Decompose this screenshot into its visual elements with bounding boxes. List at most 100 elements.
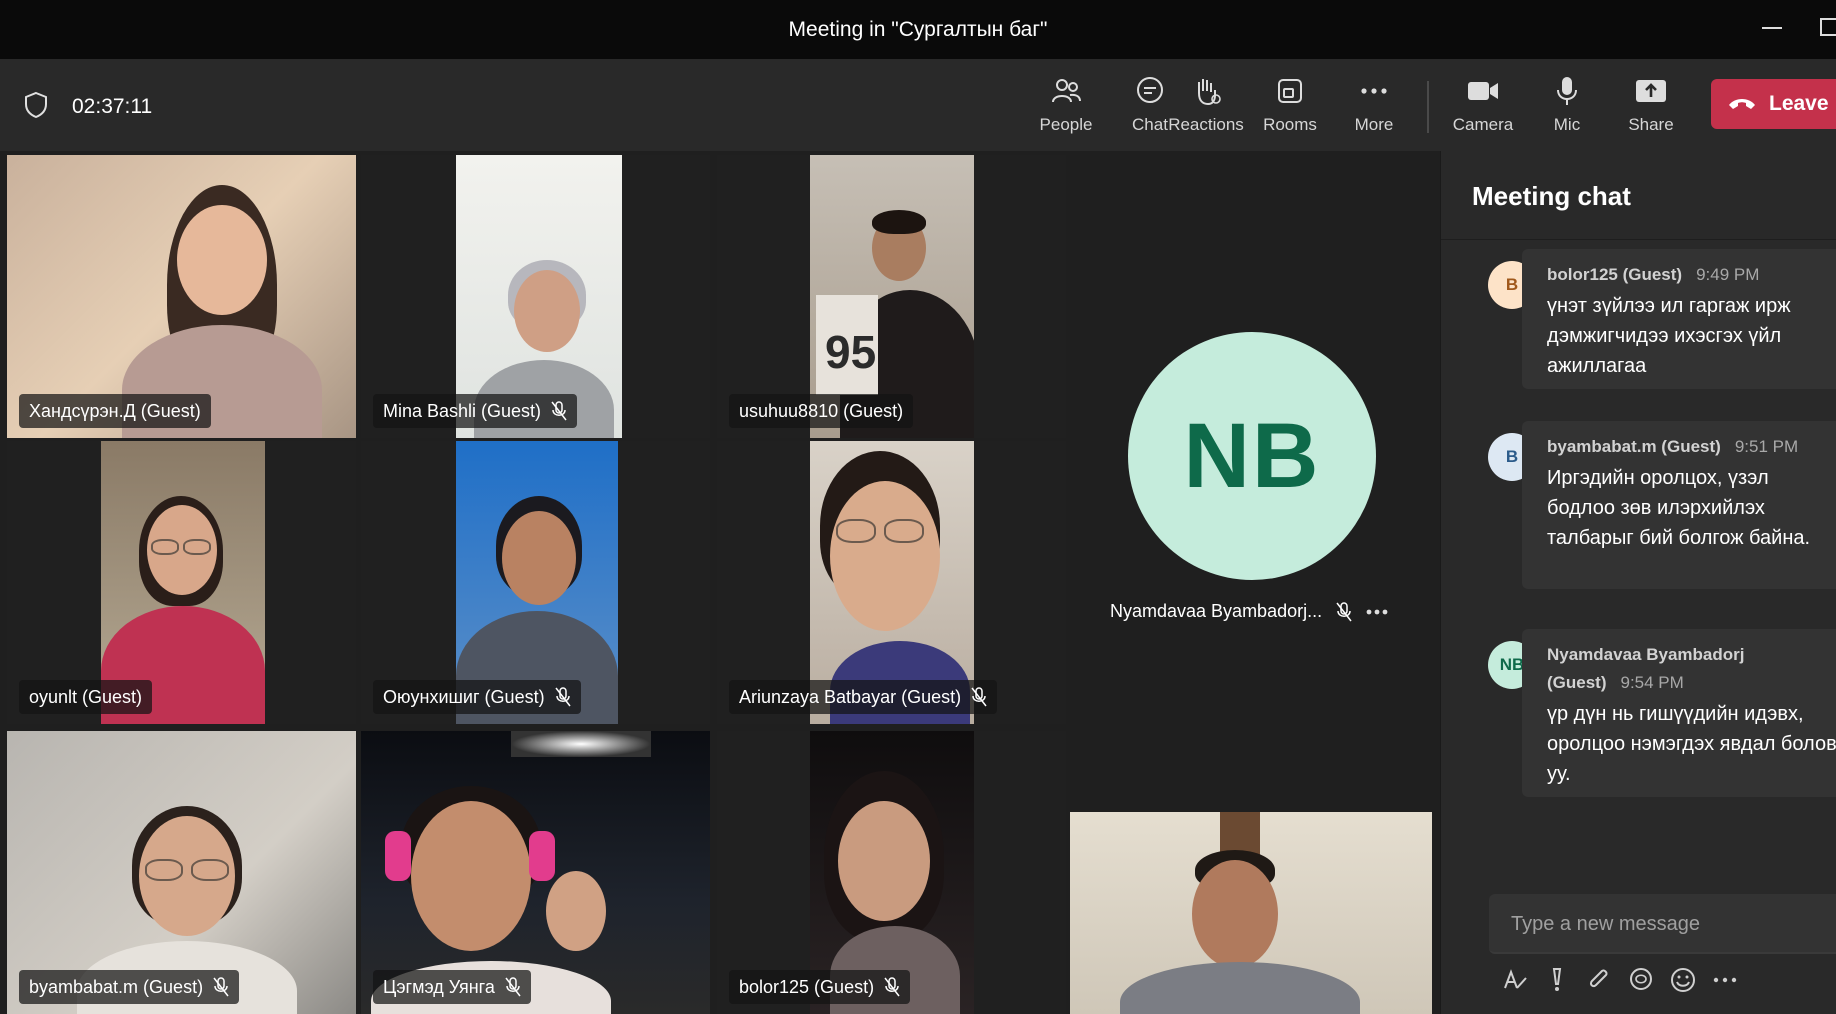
- participant-name-tag: byambabat.m (Guest): [19, 970, 240, 1004]
- minimize-icon[interactable]: [1760, 14, 1786, 40]
- participant-tile[interactable]: Хандсүрэн.Д (Guest): [7, 155, 356, 438]
- phone-hangup-icon: [1729, 99, 1755, 109]
- people-button[interactable]: People: [1024, 69, 1108, 143]
- camera-icon: [1468, 82, 1498, 100]
- more-button[interactable]: More: [1332, 69, 1416, 143]
- chat-panel: Meeting chat B bolor125 (Guest) 9:49 PM ү…: [1440, 151, 1836, 1014]
- spotlight-name-row: Nyamdavaa Byambadorj...: [1110, 601, 1388, 622]
- loop-icon[interactable]: [1627, 966, 1655, 994]
- participant-name-tag: Ariunzaya Batbayar (Guest): [729, 680, 998, 714]
- mic-off-icon: [884, 977, 900, 997]
- avatar: NB: [1128, 332, 1376, 580]
- participant-name-tag: usuhuu8810 (Guest): [729, 394, 914, 428]
- spotlight-tile[interactable]: NB Nyamdavaa Byambadorj...: [1070, 151, 1440, 806]
- avatar-initial: B: [1505, 275, 1519, 294]
- more-icon[interactable]: [1711, 966, 1739, 994]
- chat-message[interactable]: byambabat.m (Guest) 9:51 PM Иргэдийн орол…: [1522, 421, 1836, 589]
- message-time: 9:51 PM: [1734, 437, 1799, 456]
- participant-name: byambabat.m (Guest): [29, 977, 204, 997]
- mic-off-icon: [554, 687, 571, 707]
- participant-name: bolor125 (Guest): [739, 977, 875, 997]
- more-icon: [1361, 88, 1387, 94]
- message-time: 9:49 PM: [1696, 265, 1760, 284]
- format-icon[interactable]: [1501, 966, 1529, 994]
- leave-button[interactable]: Leave: [1711, 79, 1836, 129]
- shield-icon[interactable]: [24, 91, 48, 119]
- participant-name: Хандсүрэн.Д (Guest): [29, 401, 201, 421]
- mic-off-icon: [1336, 601, 1352, 621]
- share-button[interactable]: Share: [1609, 69, 1693, 143]
- rooms-label: Rooms: [1263, 115, 1317, 134]
- message-text: үнэт зүйлээ ил гаргаж ирж дэмжигчидээ их…: [1547, 295, 1791, 377]
- emoji-icon[interactable]: [1669, 966, 1697, 994]
- people-label: People: [1039, 115, 1093, 134]
- participant-name-tag: Mina Bashli (Guest): [373, 394, 578, 428]
- self-view-video[interactable]: [1070, 812, 1432, 1014]
- rooms-icon: [1278, 79, 1302, 103]
- camera-button[interactable]: Camera: [1441, 69, 1525, 143]
- participant-tile[interactable]: 95 usuhuu8810 (Guest): [717, 155, 1066, 438]
- participant-name: Mina Bashli (Guest): [383, 401, 542, 421]
- attach-icon[interactable]: [1585, 966, 1613, 994]
- participant-tile[interactable]: oyunlt (Guest): [7, 441, 356, 724]
- chat-message[interactable]: bolor125 (Guest) 9:49 PM үнэт зүйлээ ил г…: [1522, 249, 1836, 389]
- participant-tile[interactable]: Ariunzaya Batbayar (Guest): [717, 441, 1066, 724]
- spotlight-name: Nyamdavaa Byambadorj...: [1110, 601, 1323, 621]
- leave-label: Leave: [1769, 92, 1829, 115]
- toolbar-divider: [1427, 81, 1429, 133]
- participant-tile[interactable]: bolor125 (Guest): [717, 731, 1066, 1014]
- mic-off-icon: [505, 977, 521, 997]
- message-input[interactable]: [1511, 908, 1831, 940]
- mic-off-icon: [971, 687, 987, 707]
- maximize-icon[interactable]: [1820, 18, 1836, 36]
- participant-tile[interactable]: byambabat.m (Guest): [7, 731, 356, 1014]
- mic-label: Mic: [1553, 115, 1581, 134]
- important-icon[interactable]: [1543, 966, 1571, 994]
- participant-name-tag: bolor125 (Guest): [729, 970, 911, 1004]
- title-bar: Meeting in "Сургалтын баг": [0, 0, 1836, 59]
- chat-icon: [1137, 77, 1163, 103]
- window-title: Meeting in "Сургалтын баг": [788, 18, 1048, 41]
- reactions-label: Reactions: [1168, 115, 1244, 134]
- video-stage: Хандсүрэн.Д (Guest) Mina Bashli (Guest) …: [0, 151, 1440, 1014]
- people-icon: [1052, 79, 1081, 103]
- share-icon: [1636, 80, 1666, 102]
- participant-name: Ariunzaya Batbayar (Guest): [739, 687, 962, 707]
- participant-tile[interactable]: Оюунхишиг (Guest): [361, 441, 710, 724]
- participant-name: Цэгмэд Уянга: [383, 977, 495, 997]
- reactions-button[interactable]: Reactions: [1164, 69, 1248, 143]
- camera-label: Camera: [1452, 115, 1514, 134]
- hand-icon: [1198, 79, 1221, 106]
- message-author: bolor125 (Guest): [1547, 265, 1683, 284]
- participant-tile[interactable]: Цэгмэд Уянга: [361, 731, 710, 1014]
- message-text: үр дүн нь гишүүдийн идэвх, оролцоо нэмэг…: [1547, 703, 1836, 785]
- compose-box[interactable]: [1489, 894, 1836, 954]
- message-time: 9:54 PM: [1620, 673, 1684, 692]
- participant-name: usuhuu8810 (Guest): [739, 401, 904, 421]
- participant-tile[interactable]: Mina Bashli (Guest): [361, 155, 710, 438]
- rooms-button[interactable]: Rooms: [1248, 69, 1332, 143]
- message-meta: byambabat.m (Guest) 9:51 PM: [1547, 433, 1836, 461]
- mic-button[interactable]: Mic: [1525, 69, 1609, 143]
- divider: [1441, 239, 1836, 240]
- message-meta: Nyamdavaa Byambadorj (Guest) 9:54 PM: [1547, 641, 1777, 697]
- share-label: Share: [1628, 115, 1674, 134]
- avatar-initial: B: [1505, 447, 1519, 466]
- more-options-icon[interactable]: [1366, 609, 1388, 615]
- meeting-timer: 02:37:11: [72, 95, 153, 118]
- participant-name: oyunlt (Guest): [29, 687, 143, 707]
- participant-name-tag: oyunlt (Guest): [19, 680, 153, 714]
- message-author: byambabat.m (Guest): [1547, 437, 1721, 456]
- mic-off-icon: [213, 977, 229, 997]
- message-text: Иргэдийн оролцох, үзэл бодлоо зөв илэрхи…: [1547, 467, 1811, 549]
- participant-name-tag: Цэгмэд Уянга: [373, 970, 531, 1004]
- participant-name-tag: Хандсүрэн.Д (Guest): [19, 394, 211, 428]
- participant-name-tag: Оюунхишиг (Guest): [373, 680, 581, 714]
- chat-title: Meeting chat: [1472, 181, 1631, 211]
- avatar-initial: NB: [1499, 655, 1525, 674]
- message-meta: bolor125 (Guest) 9:49 PM: [1547, 261, 1836, 289]
- chat-message[interactable]: Nyamdavaa Byambadorj (Guest) 9:54 PM үр д…: [1522, 629, 1836, 797]
- participant-name: Оюунхишиг (Guest): [383, 687, 545, 707]
- meeting-toolbar: 02:37:11 People Chat Reactions Rooms Mor…: [0, 59, 1836, 151]
- mic-off-icon: [551, 401, 567, 421]
